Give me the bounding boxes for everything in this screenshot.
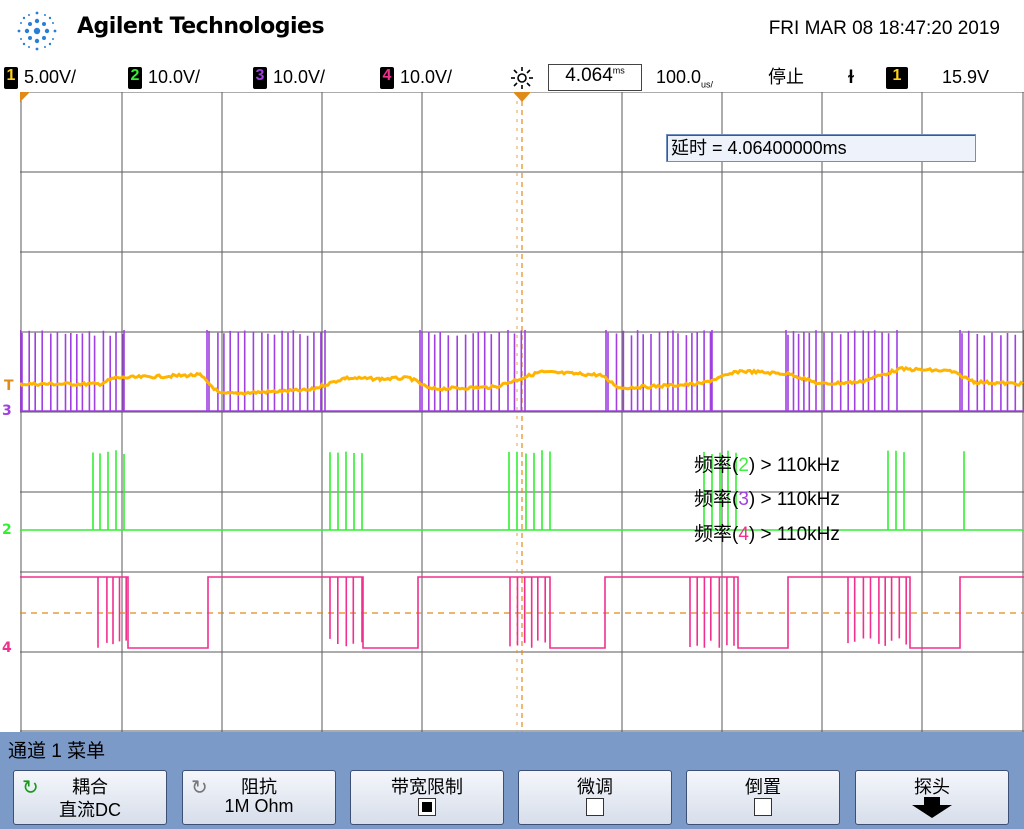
status-bar: 1 5.00V/ 2 10.0V/ 3 10.0V/ 4 10.0V/ 100.0us/… — [0, 62, 1024, 92]
delay-value[interactable]: 4.064ms — [548, 64, 642, 91]
freq-ch3: 频率(3) > 110kHz — [694, 489, 840, 510]
timebase[interactable]: 100.0us/ — [656, 64, 713, 90]
ch3-pulse-burst — [419, 330, 526, 411]
ch2-badge: 2 — [128, 67, 142, 90]
bw-limit-checkbox — [418, 798, 436, 817]
ch4-scale[interactable]: 4 10.0V/ — [380, 64, 452, 90]
menu-title: 通道 1 菜单 — [8, 741, 106, 762]
delay-readout: 延时 = 4.06400000ms — [666, 134, 976, 162]
ch2-scale[interactable]: 2 10.0V/ — [128, 64, 200, 90]
ch3-scale[interactable]: 3 10.0V/ — [253, 64, 325, 90]
ch3-pulse-burst — [785, 330, 898, 411]
brand-name: Agilent Technologies — [77, 14, 325, 39]
softkey-vernier[interactable]: 微调 — [518, 770, 672, 825]
softkey-bw-limit[interactable]: 带宽限制 — [350, 770, 504, 825]
ch3-pulse-burst — [206, 330, 326, 411]
submenu-arrow-icon — [856, 797, 1008, 824]
trigger-level-marker: T — [4, 378, 14, 394]
delay-knob-icon[interactable] — [509, 65, 535, 91]
softkey-impedance[interactable]: ↻ 阻抗 1M Ohm — [182, 770, 336, 825]
channel-menu: 通道 1 菜单 ↻ 耦合 直流DC ↻ 阻抗 1M Ohm 带宽限制 微调 倒置… — [0, 732, 1024, 829]
trigger-level: 15.9V — [942, 67, 990, 87]
trigger-channel-badge: 1 — [886, 67, 908, 90]
ch3-ground-marker[interactable]: 3 — [2, 403, 12, 419]
freq-ch2: 频率(2) > 110kHz — [694, 455, 840, 476]
softkey-coupling[interactable]: ↻ 耦合 直流DC — [13, 770, 167, 825]
waveform-svg — [20, 92, 1024, 732]
header: Agilent Technologies FRI MAR 08 18:47:20… — [0, 0, 1024, 62]
ch2-ground-marker[interactable]: 2 — [2, 522, 12, 538]
ch1-scale[interactable]: 1 5.00V/ — [4, 64, 76, 90]
ch1-badge: 1 — [4, 67, 18, 90]
vernier-checkbox — [586, 798, 604, 817]
agilent-logo — [17, 11, 57, 51]
run-state: 停止 — [768, 67, 804, 87]
ch3-pulse-burst — [959, 330, 1024, 411]
ch3-waveform — [20, 330, 1024, 412]
softkey-probe[interactable]: 探头 — [855, 770, 1009, 825]
ch4-badge: 4 — [380, 67, 394, 90]
trigger-source[interactable]: 1 — [886, 64, 914, 90]
ch3-pulse-burst — [20, 330, 125, 411]
ch3-badge: 3 — [253, 67, 267, 90]
waveform-display[interactable]: 延时 = 4.06400000ms 频率(2) > 110kHz 频率(3) >… — [20, 92, 1024, 732]
trigger-position-marker — [513, 92, 531, 102]
datetime: FRI MAR 08 18:47:20 2019 — [768, 18, 1000, 39]
softkey-invert[interactable]: 倒置 — [686, 770, 840, 825]
ch4-ground-marker[interactable]: 4 — [2, 640, 12, 656]
freq-ch4: 频率(4) > 110kHz — [694, 524, 840, 545]
invert-checkbox — [754, 798, 772, 817]
trigger-edge-icon: ɫ — [848, 67, 854, 87]
